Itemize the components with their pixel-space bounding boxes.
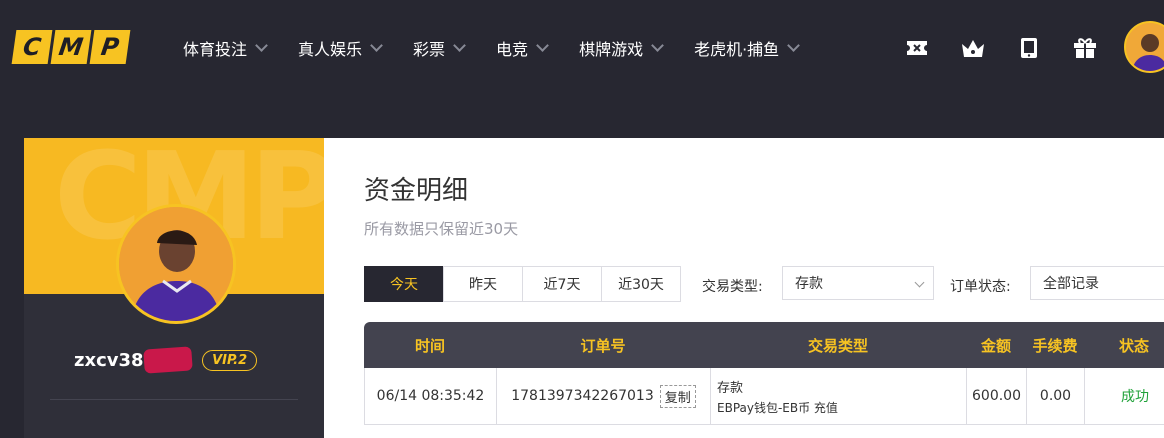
select-value: 存款 [795,276,823,292]
status-badge: 成功 [1121,389,1149,405]
page-title: 资金明细 [364,176,469,206]
user-avatar[interactable] [1124,21,1164,73]
copy-button[interactable]: 复制 [659,384,696,408]
type-detail: EBPay钱包-EB币 充值 [717,400,838,415]
main-nav: 体育投注 真人娱乐 彩票 电竞 棋牌游戏 老虎机·捕鱼 [183,36,830,60]
profile-panel: CMP zxcv388 VIP.2 [24,138,324,438]
username-row: zxcv388 VIP.2 [74,346,258,374]
panel-divider [50,399,298,400]
vip-badge[interactable]: VIP.2 [202,349,258,371]
cell-time: 06/14 08:35:42 [365,368,497,424]
nav-label: 体育投注 [183,40,248,59]
nav-item-sports[interactable]: 体育投注 [183,36,268,60]
chevron-down-icon [453,39,466,52]
logo-letter: M [50,30,92,64]
nav-item-live-casino[interactable]: 真人娱乐 [298,36,383,60]
order-status-label: 订单状态: [950,279,1011,295]
chevron-down-icon [255,39,268,52]
transactions-table: 时间 订单号 交易类型 金额 手续费 状态 06/14 08:35:42 178… [364,322,1164,425]
cell-amount: 600.00 [967,368,1027,424]
tab-last-7-days[interactable]: 近7天 [522,266,602,302]
cell-status: 成功 [1085,368,1164,424]
select-value: 全部记录 [1043,276,1099,292]
top-icon-group [903,34,1099,62]
transaction-type-select[interactable]: 存款 [782,266,934,300]
chevron-down-icon [651,39,664,52]
cell-order: 1781397342267013 复制 [497,368,711,424]
nav-item-esports[interactable]: 电竞 [496,36,549,60]
transaction-type-label: 交易类型: [702,279,763,295]
table-header: 时间 订单号 交易类型 金额 手续费 状态 [364,322,1164,368]
logo-letter: C [11,30,53,64]
ticket-icon[interactable] [903,34,931,62]
nav-label: 棋牌游戏 [579,40,644,59]
crown-icon[interactable] [959,34,987,62]
cell-fee: 0.00 [1027,368,1085,424]
tab-last-30-days[interactable]: 近30天 [601,266,681,302]
column-header-status: 状态 [1118,336,1149,355]
column-header-time: 时间 [414,336,445,355]
table-row: 06/14 08:35:42 1781397342267013 复制 存款 EB… [364,368,1164,425]
logo-letter: P [89,30,131,64]
nav-label: 真人娱乐 [298,40,363,59]
tablet-icon[interactable] [1015,34,1043,62]
column-header-order: 订单号 [580,336,626,355]
nav-item-slots-fishing[interactable]: 老虎机·捕鱼 [694,36,801,60]
tab-yesterday[interactable]: 昨天 [443,266,523,302]
date-range-tabs: 今天 昨天 近7天 近30天 [364,266,681,302]
chevron-down-icon [536,39,549,52]
redaction-mark [143,346,193,374]
gift-icon[interactable] [1071,34,1099,62]
top-bar: C M P 体育投注 真人娱乐 彩票 电竞 棋牌游戏 老虎机·捕鱼 [0,0,1164,95]
page-subtitle: 所有数据只保留近30天 [364,220,519,238]
profile-avatar[interactable] [116,204,236,324]
order-status-select[interactable]: 全部记录 [1030,266,1164,300]
nav-item-card-games[interactable]: 棋牌游戏 [579,36,664,60]
cell-type: 存款 EBPay钱包-EB币 充值 [711,368,967,424]
chevron-down-icon [370,39,383,52]
column-header-type: 交易类型 [807,336,868,355]
cmp-logo[interactable]: C M P [11,30,131,66]
nav-label: 老虎机·捕鱼 [694,40,780,59]
nav-label: 电竞 [496,40,529,59]
main-content: 资金明细 所有数据只保留近30天 今天 昨天 近7天 近30天 交易类型: 存款… [324,138,1164,438]
column-header-amount: 金额 [980,336,1011,355]
nav-item-lottery[interactable]: 彩票 [413,36,466,60]
chevron-down-icon [914,277,925,288]
tab-today[interactable]: 今天 [364,266,444,302]
order-number: 1781397342267013 [511,388,654,404]
column-header-fee: 手续费 [1032,336,1078,355]
type-main: 存款 [717,380,744,396]
nav-label: 彩票 [413,40,446,59]
chevron-down-icon [787,39,801,52]
